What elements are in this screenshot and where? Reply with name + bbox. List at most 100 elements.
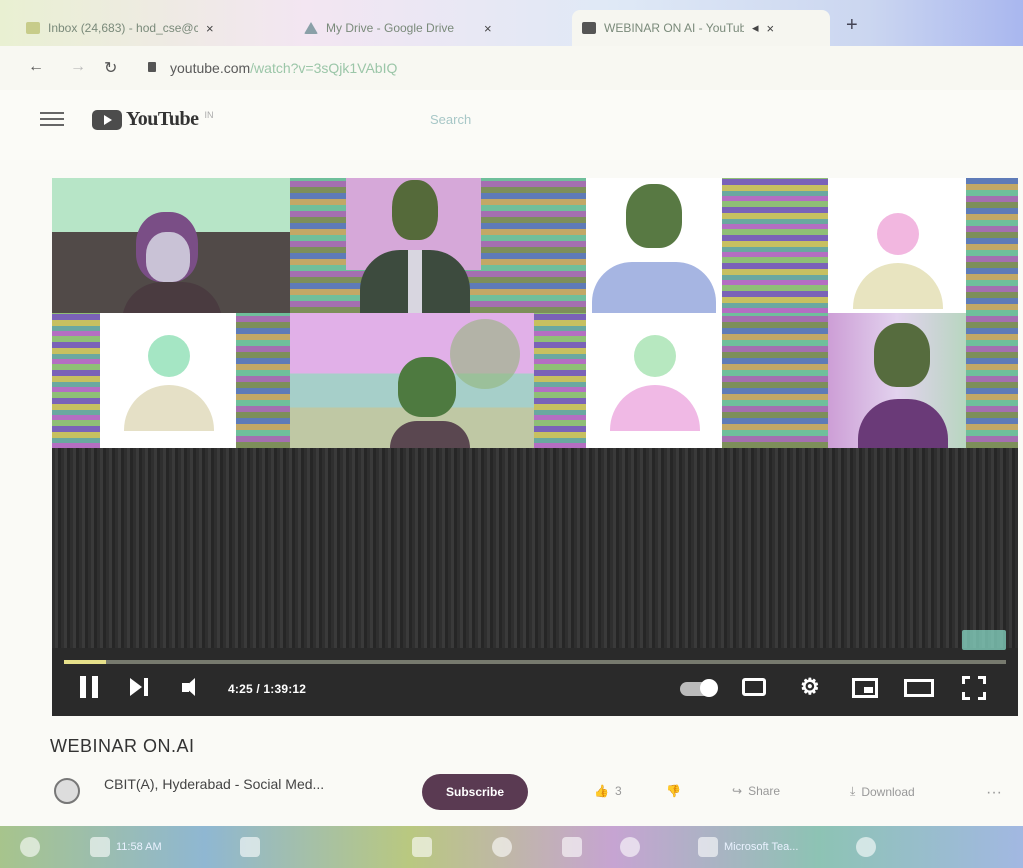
thumbs-down-icon: 👎 (666, 784, 681, 798)
dislike-button[interactable]: 👎 (666, 784, 681, 798)
avatar-placeholder (118, 331, 218, 431)
new-tab-icon[interactable]: + (846, 14, 858, 37)
lock-icon (148, 62, 156, 72)
taskbar-item[interactable] (234, 832, 394, 862)
tab-google-drive[interactable]: My Drive - Google Drive × (294, 10, 562, 46)
participant-grid (52, 178, 1018, 448)
participant-tile (100, 313, 236, 448)
chrome-icon (856, 837, 876, 857)
url-field[interactable]: youtube.com/watch?v=3sQjk1VAbIQ (170, 60, 397, 76)
tab-title: WEBINAR ON AI - YouTube (604, 21, 744, 35)
subscribe-button[interactable]: Subscribe (422, 774, 528, 810)
participant-tile (52, 313, 100, 448)
taskbar-item[interactable] (614, 832, 684, 862)
channel-avatar[interactable] (54, 778, 80, 804)
participant-tile (828, 178, 966, 313)
video-background (52, 448, 1018, 648)
tab-title: Inbox (24,683) - hod_cse@cbit... (48, 21, 198, 35)
close-icon[interactable]: × (484, 21, 492, 36)
autoplay-toggle[interactable] (680, 679, 718, 697)
volume-icon[interactable] (182, 678, 206, 698)
youtube-icon (582, 22, 596, 34)
app-icon (412, 837, 432, 857)
app-icon (620, 837, 640, 857)
address-bar: ← → ↻ youtube.com/watch?v=3sQjk1VAbIQ (0, 46, 1023, 90)
fullscreen-icon[interactable] (962, 676, 986, 700)
youtube-play-icon (92, 109, 122, 130)
download-label: Download (861, 784, 915, 799)
start-button[interactable] (14, 832, 74, 862)
participant-tile (290, 313, 534, 448)
taskbar-item[interactable] (486, 832, 546, 862)
download-icon: ⤓ (850, 784, 856, 798)
close-icon[interactable]: × (767, 21, 775, 36)
gmail-icon (26, 22, 40, 34)
pause-icon[interactable] (80, 676, 98, 698)
gear-icon[interactable]: ⚙ (800, 676, 820, 698)
youtube-wordmark: YouTube (126, 108, 199, 130)
chrome-icon (492, 837, 512, 857)
participant-tile (290, 178, 586, 313)
participant-tile (236, 313, 290, 448)
tab-title: My Drive - Google Drive (326, 21, 455, 35)
participant-tile (966, 178, 1018, 448)
more-actions-button[interactable]: ··· (986, 784, 1002, 802)
participant-tile (586, 313, 722, 448)
back-arrow-icon[interactable]: ← (28, 58, 44, 76)
captions-icon[interactable] (742, 678, 766, 696)
share-icon: ↪ (732, 784, 743, 798)
like-button[interactable]: 👍 3 (594, 784, 622, 798)
participant-tile (722, 178, 828, 313)
close-icon[interactable]: × (206, 21, 214, 36)
player-controls: 4:25 / 1:39:12 ⚙ (52, 670, 1018, 716)
time-display: 4:25 / 1:39:12 (228, 682, 307, 696)
url-path: /watch?v=3sQjk1VAbIQ (250, 60, 398, 76)
taskbar-item[interactable] (556, 832, 606, 862)
os-taskbar: 11:58 AM Microsoft Tea... (0, 826, 1023, 868)
app-icon (90, 837, 110, 857)
forward-arrow-icon[interactable]: → (70, 58, 86, 76)
drive-icon (304, 22, 318, 34)
taskbar-item-label: 11:58 AM (116, 841, 162, 853)
video-title: WEBINAR ON.AI (50, 736, 195, 756)
share-button[interactable]: ↪ Share (732, 784, 780, 798)
channel-name[interactable]: CBIT(A), Hyderabad - Social Med... (104, 776, 324, 792)
download-button[interactable]: ⤓ Download (850, 784, 915, 799)
search-input[interactable]: Search (430, 112, 471, 127)
taskbar-clock-app[interactable]: 11:58 AM (84, 832, 224, 862)
theater-mode-icon[interactable] (904, 679, 934, 697)
tab-gmail[interactable]: Inbox (24,683) - hod_cse@cbit... × (16, 10, 278, 46)
avatar-placeholder (604, 331, 704, 431)
quality-badge (962, 630, 1006, 650)
teams-icon (698, 837, 718, 857)
windows-icon (20, 837, 40, 857)
miniplayer-icon[interactable] (852, 678, 878, 698)
country-code: IN (204, 109, 214, 120)
share-label: Share (748, 784, 781, 798)
app-icon (562, 837, 582, 857)
like-count: 3 (614, 784, 622, 798)
menu-icon[interactable] (40, 112, 64, 126)
taskbar-item-label: Microsoft Tea... (724, 841, 799, 853)
taskbar-item[interactable] (850, 832, 1018, 862)
next-icon[interactable] (130, 676, 150, 698)
video-player[interactable]: 4:25 / 1:39:12 ⚙ (52, 178, 1018, 716)
youtube-logo[interactable]: YouTube IN (92, 108, 213, 131)
reload-icon[interactable]: ↻ (104, 58, 117, 78)
taskbar-item[interactable] (406, 832, 476, 862)
participant-tile (586, 178, 722, 313)
participant-tile (828, 313, 966, 448)
youtube-header: YouTube IN Search (0, 90, 1023, 160)
participant-tile (722, 313, 828, 448)
participant-tile (534, 313, 586, 448)
participant-tile (52, 178, 290, 313)
progress-fill (64, 660, 107, 664)
thumbs-up-icon: 👍 (594, 784, 609, 798)
speaker-icon[interactable]: ◂ (752, 20, 759, 36)
app-icon (240, 837, 260, 857)
progress-bar[interactable] (64, 660, 1006, 664)
taskbar-item-teams[interactable]: Microsoft Tea... (692, 832, 842, 862)
url-domain: youtube.com (170, 60, 251, 76)
tab-youtube[interactable]: WEBINAR ON AI - YouTube ◂ × (572, 10, 830, 46)
channel-row: CBIT(A), Hyderabad - Social Med... Subsc… (50, 770, 1020, 818)
